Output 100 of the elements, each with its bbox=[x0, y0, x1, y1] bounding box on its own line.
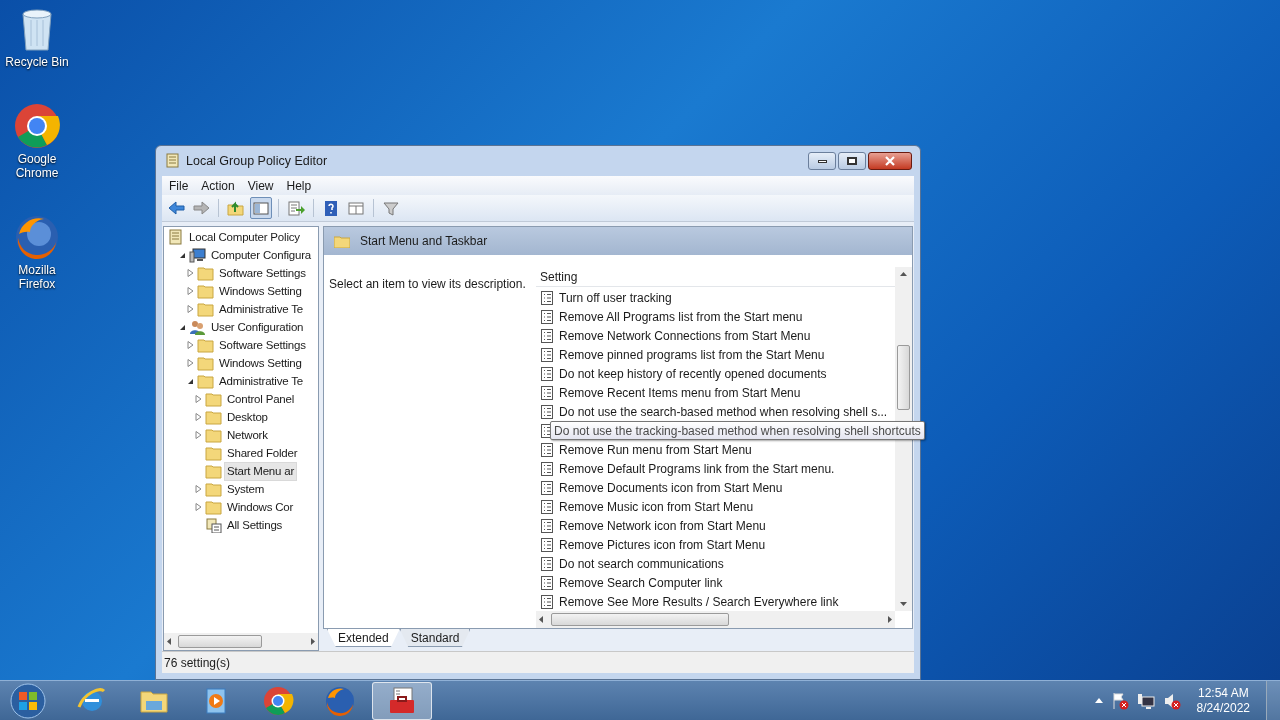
collapse-arrow-icon[interactable] bbox=[178, 323, 186, 331]
menu-item[interactable]: View bbox=[241, 176, 280, 195]
close-button[interactable] bbox=[868, 152, 912, 170]
policy-setting-icon[interactable] bbox=[540, 384, 554, 401]
show-hidden-icons-button[interactable] bbox=[1094, 698, 1103, 703]
setting-row[interactable]: Remove pinned programs list from the Start Menu bbox=[559, 345, 825, 364]
policy-setting-icon[interactable] bbox=[540, 346, 554, 363]
collapse-arrow-icon[interactable] bbox=[186, 377, 194, 385]
collapse-arrow-icon[interactable] bbox=[178, 251, 186, 259]
tree-item[interactable]: Software Settings bbox=[216, 335, 309, 355]
policy-setting-icon[interactable] bbox=[540, 517, 554, 534]
setting-row[interactable]: Remove All Programs list from the Start menu bbox=[559, 307, 803, 326]
tree-item[interactable]: Local Computer Policy bbox=[186, 227, 303, 247]
setting-row[interactable]: Remove Documents icon from Start Menu bbox=[559, 478, 783, 497]
tree-item[interactable]: Administrative Te bbox=[216, 299, 306, 319]
setting-row[interactable]: Do not use the search-based method when resolving shell s... bbox=[559, 402, 888, 421]
expand-arrow-icon[interactable] bbox=[194, 413, 202, 421]
tree-item[interactable]: Windows Setting bbox=[216, 353, 305, 373]
scroll-left-icon[interactable] bbox=[539, 616, 543, 623]
policy-setting-icon[interactable] bbox=[540, 289, 554, 306]
setting-row[interactable]: Do not keep history of recently opened documents bbox=[559, 364, 827, 383]
desktop-icon-label[interactable]: Google Chrome bbox=[5, 152, 69, 180]
expand-arrow-icon[interactable] bbox=[186, 305, 194, 313]
policy-setting-icon[interactable] bbox=[540, 327, 554, 344]
desktop-icon-label[interactable]: Mozilla Firefox bbox=[5, 263, 69, 291]
setting-row[interactable]: Do not search communications bbox=[559, 554, 724, 573]
tree-item[interactable]: Windows Cor bbox=[224, 497, 297, 517]
policy-scroll-icon bbox=[167, 229, 184, 245]
setting-row[interactable]: Remove Pictures icon from Start Menu bbox=[559, 535, 766, 554]
network-icon[interactable] bbox=[1136, 691, 1155, 710]
horizontal-scrollbar[interactable] bbox=[536, 611, 895, 628]
scrollbar-thumb[interactable] bbox=[178, 635, 262, 648]
view-tab[interactable]: Extended bbox=[327, 629, 400, 647]
desktop-icon-label[interactable]: Recycle Bin bbox=[5, 55, 69, 69]
menu-item[interactable]: Action bbox=[195, 176, 241, 195]
policy-setting-icon[interactable] bbox=[540, 365, 554, 382]
expand-arrow-icon[interactable] bbox=[194, 503, 202, 511]
expand-arrow-icon[interactable] bbox=[194, 485, 202, 493]
expand-arrow-icon[interactable] bbox=[186, 341, 194, 349]
tooltip: Do not use the tracking-based method when resolving shell shortcuts bbox=[550, 421, 925, 440]
expand-arrow-icon[interactable] bbox=[186, 287, 194, 295]
clock-date[interactable]: 8/24/2022 bbox=[1196, 700, 1250, 716]
policy-setting-icon[interactable] bbox=[540, 555, 554, 572]
policy-setting-icon[interactable] bbox=[540, 403, 554, 420]
tree-panel-button[interactable] bbox=[250, 197, 272, 219]
tree-item[interactable]: System bbox=[224, 479, 268, 499]
policy-setting-icon[interactable] bbox=[540, 536, 554, 553]
policy-setting-icon[interactable] bbox=[540, 441, 554, 458]
tree-item[interactable]: All Settings bbox=[224, 515, 286, 535]
setting-row[interactable]: Remove Search Computer link bbox=[559, 573, 723, 592]
policy-setting-icon[interactable] bbox=[540, 574, 554, 591]
maximize-button[interactable] bbox=[838, 152, 866, 170]
setting-row[interactable]: Remove Network Connections from Start Menu bbox=[559, 326, 811, 345]
tree-item[interactable]: Control Panel bbox=[224, 389, 298, 409]
menu-item[interactable]: File bbox=[163, 176, 195, 195]
taskbar-button[interactable] bbox=[372, 681, 432, 720]
minimize-button[interactable] bbox=[808, 152, 836, 170]
muted-speaker-icon[interactable] bbox=[1162, 691, 1181, 710]
column-header[interactable]: Setting bbox=[536, 267, 895, 287]
setting-row[interactable]: Remove Default Programs link from the Start menu. bbox=[559, 459, 835, 478]
setting-row[interactable]: Remove Music icon from Start Menu bbox=[559, 497, 754, 516]
tree-item[interactable]: Start Menu ar bbox=[224, 461, 298, 481]
setting-row[interactable]: Remove Run menu from Start Menu bbox=[559, 440, 752, 459]
scroll-down-icon[interactable] bbox=[900, 602, 907, 606]
policy-setting-icon[interactable] bbox=[540, 498, 554, 515]
tree-item[interactable]: Network bbox=[224, 425, 271, 445]
expand-arrow-icon[interactable] bbox=[194, 395, 202, 403]
scrollbar-thumb[interactable] bbox=[897, 345, 910, 410]
policy-setting-icon[interactable] bbox=[540, 460, 554, 477]
chrome-icon[interactable] bbox=[14, 103, 60, 149]
scrollbar-thumb[interactable] bbox=[551, 613, 729, 626]
tree-item[interactable]: Shared Folder bbox=[224, 443, 301, 463]
setting-row[interactable]: Remove See More Results / Search Everywhere link bbox=[559, 592, 839, 611]
expand-arrow-icon[interactable] bbox=[194, 431, 202, 439]
tree-item[interactable]: Windows Setting bbox=[216, 281, 305, 301]
clock-time[interactable]: 12:54 AM bbox=[1197, 685, 1249, 701]
firefox-icon[interactable] bbox=[14, 214, 60, 260]
scroll-right-icon[interactable] bbox=[888, 616, 892, 623]
setting-row[interactable]: Remove Recent Items menu from Start Menu bbox=[559, 383, 801, 402]
setting-row[interactable]: Turn off user tracking bbox=[559, 288, 672, 307]
setting-row[interactable]: Remove Network icon from Start Menu bbox=[559, 516, 766, 535]
flag-error-icon[interactable] bbox=[1110, 691, 1129, 710]
expand-arrow-icon[interactable] bbox=[186, 269, 194, 277]
scroll-right-icon[interactable] bbox=[311, 638, 315, 645]
policy-setting-icon[interactable] bbox=[540, 479, 554, 496]
policy-setting-icon[interactable] bbox=[540, 593, 554, 610]
scroll-left-icon[interactable] bbox=[167, 638, 171, 645]
tree-item[interactable]: Software Settings bbox=[216, 263, 309, 283]
help-icon bbox=[322, 199, 340, 217]
tree-item[interactable]: Administrative Te bbox=[216, 371, 306, 391]
view-tab[interactable]: Standard bbox=[399, 629, 471, 647]
tree-item[interactable]: Computer Configura bbox=[208, 245, 314, 265]
expand-arrow-icon[interactable] bbox=[186, 359, 194, 367]
policy-setting-icon[interactable] bbox=[540, 308, 554, 325]
tree-item[interactable]: Desktop bbox=[224, 407, 271, 427]
tree-item[interactable]: User Configuration bbox=[208, 317, 307, 337]
status-text: 76 setting(s) bbox=[164, 654, 231, 672]
menu-item[interactable]: Help bbox=[280, 176, 318, 195]
horizontal-scrollbar[interactable] bbox=[164, 633, 318, 650]
scroll-up-icon[interactable] bbox=[900, 272, 907, 276]
